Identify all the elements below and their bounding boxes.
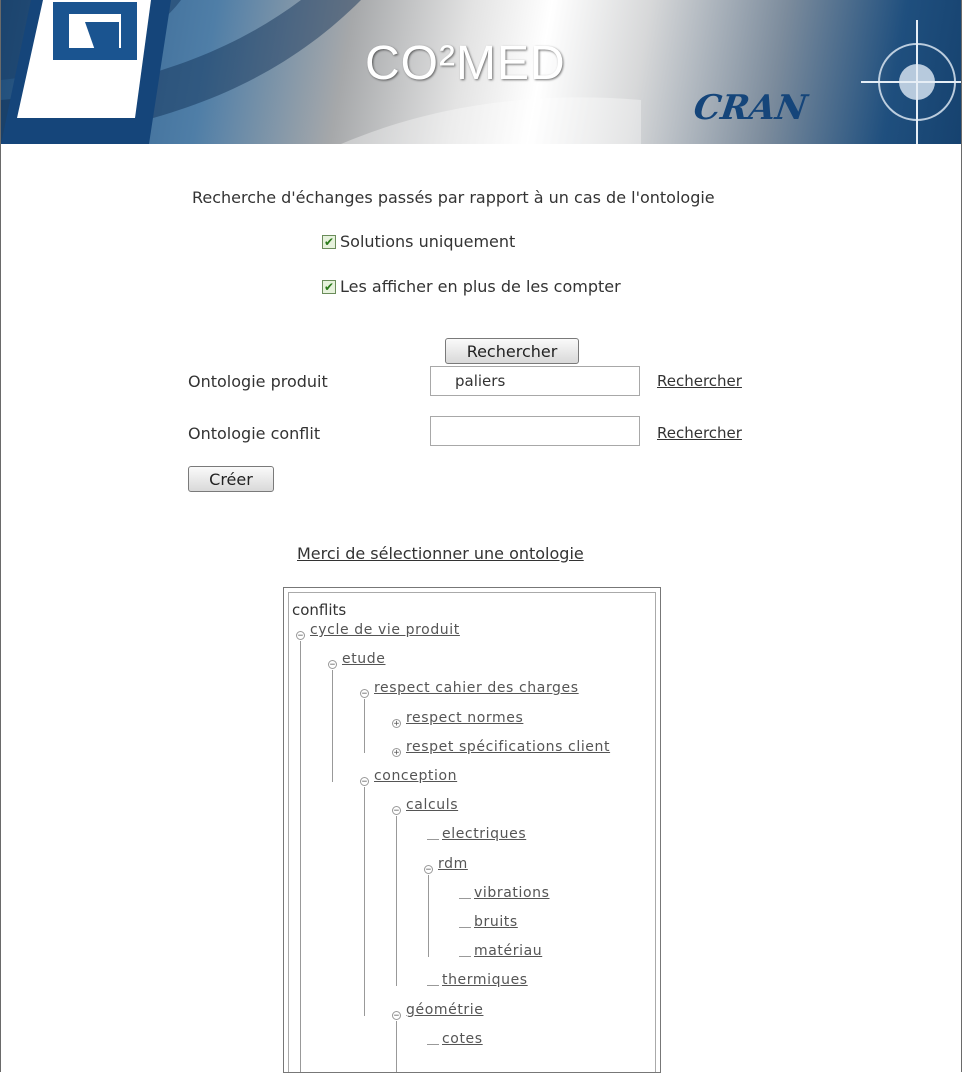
- tree-node-calculs[interactable]: calculs: [406, 797, 458, 813]
- solutions-only-label: Solutions uniquement: [340, 232, 516, 251]
- search-heading: Recherche d'échanges passés par rapport …: [192, 188, 715, 207]
- conflict-search-link[interactable]: Rechercher: [657, 424, 742, 442]
- tree-node-thermiques[interactable]: thermiques: [442, 972, 528, 988]
- tree-trunk-line: [332, 670, 333, 782]
- tree-branch-line: [459, 897, 471, 899]
- cran-logo-icon: [1, 0, 171, 144]
- tree-trunk-line: [364, 787, 365, 1016]
- conflict-ontology-label: Ontologie conflit: [188, 424, 321, 443]
- tree-trunk-line: [300, 641, 301, 1072]
- tree-node-respect-cahier-des-charges[interactable]: respect cahier des charges: [374, 680, 579, 696]
- tree-node-vibrations[interactable]: vibrations: [474, 885, 550, 901]
- expand-icon[interactable]: +: [392, 718, 401, 728]
- tree-branch-line: [427, 985, 439, 987]
- tree-trunk-line: [396, 1020, 397, 1072]
- display-results-label: Les afficher en plus de les compter: [340, 277, 621, 296]
- tree-root-label: conflits: [292, 601, 347, 619]
- search-button[interactable]: Rechercher: [445, 338, 579, 364]
- product-ontology-label: Ontologie produit: [188, 372, 328, 391]
- tree-node-materiau[interactable]: matériau: [474, 943, 542, 959]
- ontology-prompt: Merci de sélectionner une ontologie: [297, 544, 584, 563]
- solutions-only-row[interactable]: ✔ Solutions uniquement: [322, 232, 515, 251]
- tree-node-geometrie[interactable]: géométrie: [406, 1002, 483, 1018]
- tree-trunk-line: [364, 699, 365, 753]
- collapse-icon[interactable]: −: [360, 777, 369, 787]
- tree-node-respect-normes[interactable]: respect normes: [406, 710, 523, 726]
- app-title: CO²MED: [365, 37, 566, 90]
- collapse-icon[interactable]: −: [296, 631, 305, 641]
- tree-node-rdm[interactable]: rdm: [438, 856, 468, 872]
- tree-trunk-line: [396, 816, 397, 987]
- tree-branch-line: [459, 956, 471, 958]
- tree-node-etude[interactable]: etude: [342, 651, 385, 667]
- tree-node-conception[interactable]: conception: [374, 768, 457, 784]
- solutions-only-checkbox[interactable]: ✔: [322, 234, 336, 249]
- header-banner: CO²MED CRAN: [1, 0, 961, 144]
- product-search-link[interactable]: Rechercher: [657, 372, 742, 390]
- tree-trunk-line: [428, 874, 429, 958]
- tree-node-electriques[interactable]: electriques: [442, 826, 526, 842]
- expand-icon[interactable]: +: [392, 747, 401, 757]
- collapse-icon[interactable]: −: [424, 864, 433, 874]
- display-results-checkbox[interactable]: ✔: [322, 279, 336, 294]
- product-ontology-input[interactable]: paliers: [430, 366, 640, 396]
- collapse-icon[interactable]: −: [392, 1010, 401, 1020]
- tree-branch-line: [459, 927, 471, 928]
- tree-node-cycle-de-vie-produit[interactable]: cycle de vie produit: [310, 622, 460, 638]
- tree-branch-line: [427, 1043, 439, 1045]
- tree-branch-line: [427, 839, 439, 841]
- cran-logo-text: CRAN: [691, 88, 810, 128]
- tree-node-respet-specifications-client[interactable]: respet spécifications client: [406, 739, 610, 755]
- create-button[interactable]: Créer: [188, 466, 274, 492]
- tree-node-cotes[interactable]: cotes: [442, 1031, 483, 1047]
- display-results-row[interactable]: ✔ Les afficher en plus de les compter: [322, 277, 621, 296]
- tree-node-bruits[interactable]: bruits: [474, 914, 518, 930]
- conflict-ontology-input[interactable]: [430, 416, 640, 446]
